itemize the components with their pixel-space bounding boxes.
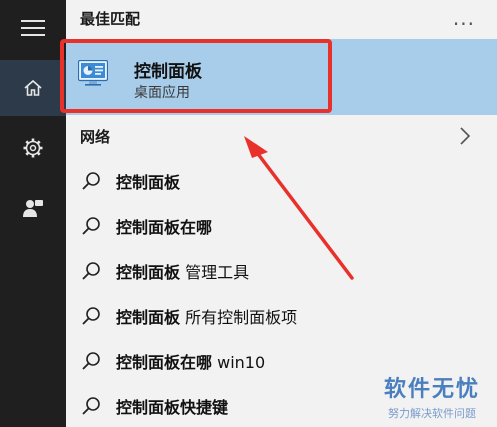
suggestion-text-bold: 控制面板在哪 [116,353,213,372]
search-icon [82,352,100,370]
search-icon [82,172,100,190]
search-icon [82,307,100,325]
home-icon [24,79,42,96]
suggestion-text-bold: 控制面板 [116,173,181,192]
watermark-sub-text: 努力解决软件问题 [388,407,476,420]
search-icon [82,397,100,415]
chevron-right-icon[interactable] [459,126,471,146]
watermark-main-text: 软件无忧 [383,377,480,402]
start-sidebar [0,0,66,427]
suggestion-text-bold: 控制面板在哪 [116,218,213,237]
best-match-heading: 最佳匹配 [80,10,141,28]
user-feedback-icon [23,200,43,217]
annotation-highlight-box [60,39,332,113]
feedback-button[interactable] [0,180,66,236]
network-section-heading: 网络 [80,128,111,146]
settings-button[interactable] [0,120,66,176]
suggestion-text-rest: 管理工具 [180,263,250,282]
suggestion-text-bold: 控制面板 [116,308,181,327]
watermark-logo: 软件无忧 努力解决软件问题 [374,371,490,421]
search-suggestion[interactable]: 控制面板 [66,158,497,202]
home-button[interactable] [0,60,66,116]
gear-icon [23,138,43,158]
search-suggestion[interactable]: 控制面板 管理工具 [66,248,497,292]
more-options-button[interactable]: ... [453,6,475,30]
suggestion-text-bold: 控制面板快捷键 [116,398,229,417]
hamburger-menu-button[interactable] [0,0,66,56]
hamburger-menu-icon [21,20,45,36]
search-suggestion[interactable]: 控制面板 所有控制面板项 [66,293,497,337]
search-suggestion[interactable]: 控制面板在哪 [66,203,497,247]
suggestion-text-rest: 所有控制面板项 [180,308,298,327]
suggestion-text-rest: win10 [212,353,266,372]
suggestion-text-bold: 控制面板 [116,263,181,282]
search-icon [82,217,100,235]
search-icon [82,262,100,280]
